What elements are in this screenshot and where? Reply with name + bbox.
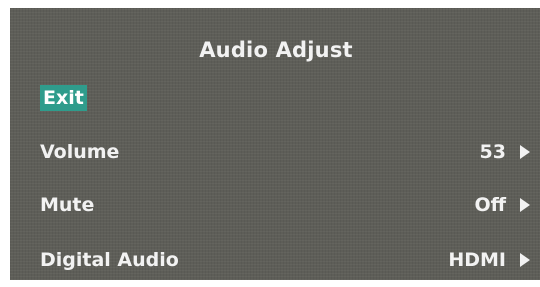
volume-value-group: 53 — [480, 141, 530, 163]
osd-audio-adjust-panel: Audio Adjust Exit Volume 53 Mute Off Dig… — [10, 8, 540, 280]
mute-value-group: Off — [474, 194, 530, 216]
mute-label: Mute — [40, 194, 95, 216]
menu-item-volume[interactable]: Volume 53 — [40, 137, 530, 167]
mute-value: Off — [474, 194, 506, 216]
digital-audio-value-group: HDMI — [448, 249, 530, 271]
digital-audio-label: Digital Audio — [40, 249, 179, 271]
menu-item-exit[interactable]: Exit — [40, 83, 530, 113]
right-arrow-icon — [520, 253, 530, 267]
menu-title: Audio Adjust — [199, 38, 353, 62]
right-arrow-icon — [520, 198, 530, 212]
volume-label: Volume — [40, 141, 120, 163]
menu-item-mute[interactable]: Mute Off — [40, 190, 530, 220]
digital-audio-value: HDMI — [448, 249, 506, 271]
volume-value: 53 — [479, 141, 506, 163]
exit-label: Exit — [40, 85, 87, 111]
menu-item-digital-audio[interactable]: Digital Audio HDMI — [40, 245, 530, 275]
right-arrow-icon — [520, 145, 530, 159]
